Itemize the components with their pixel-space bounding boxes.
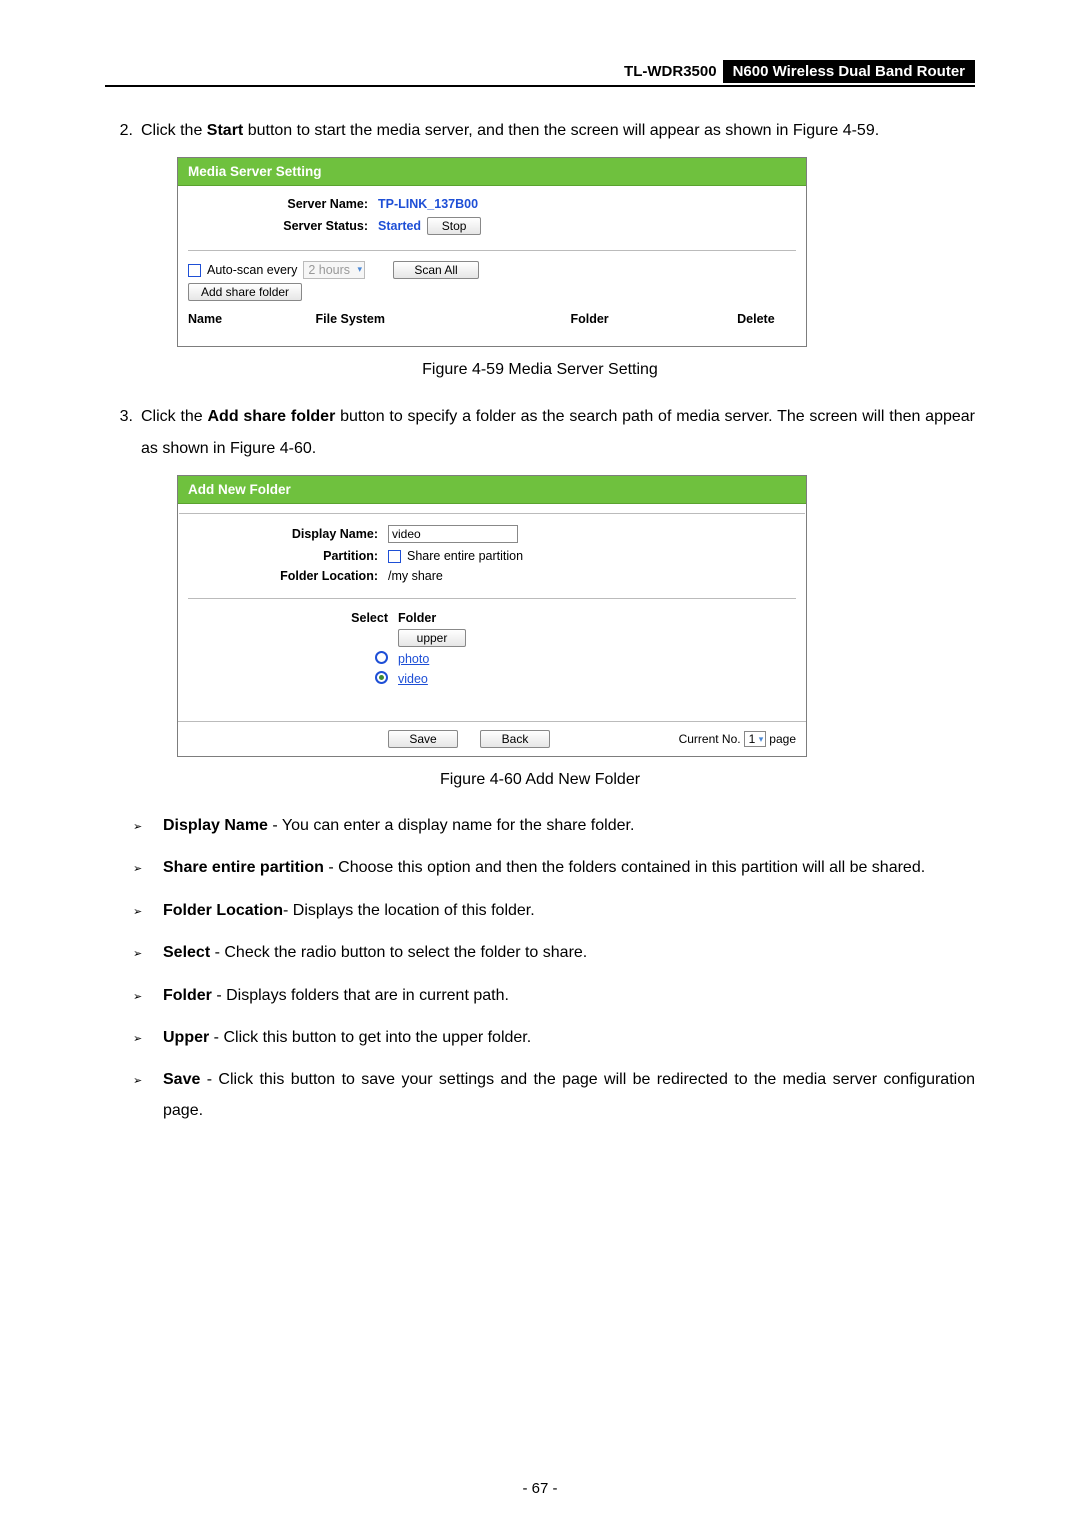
server-status-label: Server Status:	[188, 219, 378, 233]
bullet-select: ➢Select - Check the radio button to sele…	[133, 938, 975, 968]
pager: Current No. 1 ▾ page	[679, 731, 796, 747]
page-label: page	[769, 732, 796, 746]
bullet-b5-text: - Displays folders that are in current p…	[212, 987, 509, 1004]
bullet-upper: ➢Upper - Click this button to get into t…	[133, 1023, 975, 1053]
upper-button[interactable]: upper	[398, 629, 466, 647]
bullet-b3-text: - Displays the location of this folder.	[283, 902, 535, 919]
step-2-body: Click the Start button to start the medi…	[141, 115, 975, 147]
select-header: Select	[198, 611, 398, 625]
step-3: 3. Click the Add share folder button to …	[105, 401, 975, 465]
bullet-b1-text: - You can enter a display name for the s…	[268, 817, 634, 834]
step-2: 2. Click the Start button to start the m…	[105, 115, 975, 147]
th-delete: Delete	[737, 312, 796, 326]
page-number: - 67 -	[0, 1480, 1080, 1497]
figure-2-wrap: Add New Folder Display Name: Partition: …	[177, 475, 975, 757]
bullet-b5-bold: Folder	[163, 987, 212, 1004]
share-entire-partition-checkbox[interactable]	[388, 550, 401, 563]
th-name: Name	[188, 312, 315, 326]
folder-photo-link[interactable]: photo	[398, 652, 429, 666]
add-new-folder-panel: Add New Folder Display Name: Partition: …	[177, 475, 807, 757]
server-name-value: TP-LINK_137B00	[378, 197, 478, 211]
step-3-body: Click the Add share folder button to spe…	[141, 401, 975, 465]
add-share-folder-button[interactable]: Add share folder	[188, 283, 302, 301]
bullet-list: ➢Display Name - You can enter a display …	[133, 811, 975, 1126]
partition-label: Partition:	[188, 549, 388, 563]
th-file-system: File System	[315, 312, 570, 326]
step-3-text-a: Click the	[141, 408, 207, 425]
step-2-text-b: button to start the media server, and th…	[243, 122, 879, 139]
stop-button[interactable]: Stop	[427, 217, 481, 235]
folder-location-label: Folder Location:	[188, 569, 388, 583]
server-name-label: Server Name:	[188, 197, 378, 211]
step-2-bold: Start	[207, 122, 243, 139]
autoscan-interval-value: 2 hours	[308, 263, 350, 277]
scan-all-button[interactable]: Scan All	[393, 261, 479, 279]
folder-video-radio[interactable]	[375, 671, 388, 684]
bullet-b7-text: - Click this button to save your setting…	[163, 1071, 975, 1118]
folder-header: Folder	[398, 611, 436, 625]
bullet-b2-bold: Share entire partition	[163, 859, 324, 876]
back-button[interactable]: Back	[480, 730, 550, 748]
figure-1-caption: Figure 4-59 Media Server Setting	[105, 361, 975, 379]
step-3-num: 3.	[105, 401, 133, 465]
header-title: N600 Wireless Dual Band Router	[723, 60, 975, 83]
folder-photo-radio[interactable]	[375, 651, 388, 664]
chevron-down-icon: ▾	[358, 264, 363, 275]
bullet-folder: ➢Folder - Displays folders that are in c…	[133, 981, 975, 1011]
bullet-b2-text: - Choose this option and then the folder…	[324, 859, 925, 876]
share-entire-partition-label: Share entire partition	[407, 549, 523, 563]
current-no-select[interactable]: 1 ▾	[744, 731, 767, 747]
current-no-label: Current No.	[679, 732, 741, 746]
step-2-num: 2.	[105, 115, 133, 147]
bullet-b1-bold: Display Name	[163, 817, 268, 834]
step-3-bold: Add share folder	[207, 408, 335, 425]
bullet-b4-text: - Check the radio button to select the f…	[210, 944, 587, 961]
server-status-value: Started	[378, 219, 421, 233]
figure-1-wrap: Media Server Setting Server Name: TP-LIN…	[177, 157, 975, 347]
header-model: TL-WDR3500	[618, 61, 723, 82]
th-folder: Folder	[570, 312, 737, 326]
share-table-header: Name File System Folder Delete	[178, 307, 806, 330]
chevron-down-icon: ▾	[759, 734, 764, 745]
bullet-b6-bold: Upper	[163, 1029, 209, 1046]
folder-location-value: /my share	[388, 569, 443, 583]
figure-2-caption: Figure 4-60 Add New Folder	[105, 771, 975, 789]
step-2-text-a: Click the	[141, 122, 207, 139]
bullet-b7-bold: Save	[163, 1071, 200, 1088]
display-name-input[interactable]	[388, 525, 518, 543]
media-server-setting-panel: Media Server Setting Server Name: TP-LIN…	[177, 157, 807, 347]
save-button[interactable]: Save	[388, 730, 458, 748]
header-bar: TL-WDR3500 N600 Wireless Dual Band Route…	[105, 60, 975, 87]
bullet-display-name: ➢Display Name - You can enter a display …	[133, 811, 975, 841]
autoscan-checkbox[interactable]	[188, 264, 201, 277]
current-no-value: 1	[749, 732, 756, 746]
bullet-share-entire-partition: ➢Share entire partition - Choose this op…	[133, 853, 975, 883]
bullet-b4-bold: Select	[163, 944, 210, 961]
bullet-folder-location: ➢Folder Location- Displays the location …	[133, 896, 975, 926]
bullet-b6-text: - Click this button to get into the uppe…	[209, 1029, 531, 1046]
add-new-folder-title: Add New Folder	[178, 476, 806, 504]
bullet-b3-bold: Folder Location	[163, 902, 283, 919]
folder-video-link[interactable]: video	[398, 672, 428, 686]
autoscan-interval-select[interactable]: 2 hours ▾	[303, 261, 365, 279]
media-server-setting-title: Media Server Setting	[178, 158, 806, 186]
autoscan-label: Auto-scan every	[207, 263, 297, 277]
display-name-label: Display Name:	[188, 527, 388, 541]
bullet-save: ➢Save - Click this button to save your s…	[133, 1065, 975, 1126]
